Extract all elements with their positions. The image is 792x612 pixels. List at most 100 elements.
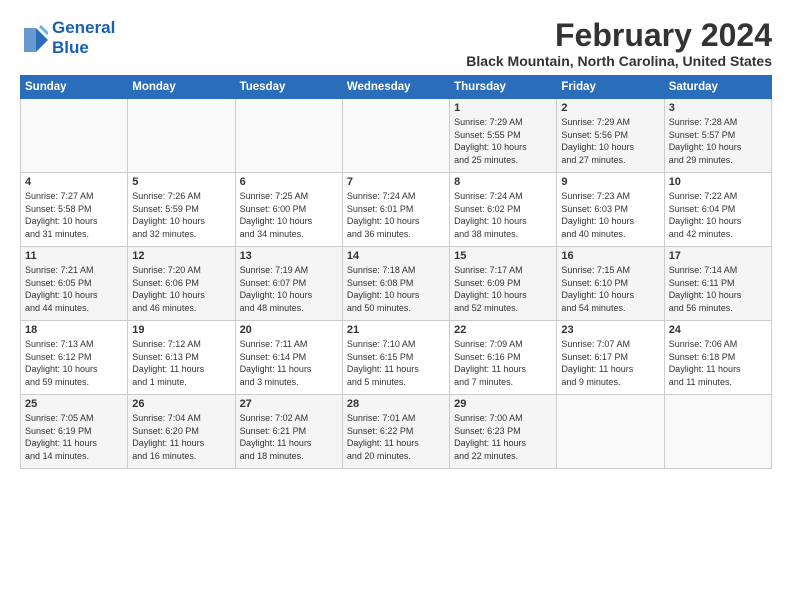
title-block: February 2024 Black Mountain, North Caro… — [466, 18, 772, 69]
calendar-cell: 28 Sunrise: 7:01 AM Sunset: 6:22 PM Dayli… — [342, 395, 449, 469]
day-number: 4 — [25, 176, 123, 188]
day-info: Sunrise: 7:27 AM Sunset: 5:58 PM Dayligh… — [25, 190, 123, 240]
day-info: Sunrise: 7:00 AM Sunset: 6:23 PM Dayligh… — [454, 412, 552, 462]
day-info: Sunrise: 7:11 AM Sunset: 6:14 PM Dayligh… — [240, 338, 338, 388]
weekday-header-row: SundayMondayTuesdayWednesdayThursdayFrid… — [21, 76, 772, 99]
header: General Blue February 2024 Black Mountai… — [20, 18, 772, 69]
day-number: 22 — [454, 324, 552, 336]
calendar-cell: 4 Sunrise: 7:27 AM Sunset: 5:58 PM Daylig… — [21, 173, 128, 247]
calendar-cell: 27 Sunrise: 7:02 AM Sunset: 6:21 PM Dayli… — [235, 395, 342, 469]
day-info: Sunrise: 7:17 AM Sunset: 6:09 PM Dayligh… — [454, 264, 552, 314]
day-info: Sunrise: 7:24 AM Sunset: 6:01 PM Dayligh… — [347, 190, 445, 240]
weekday-header-monday: Monday — [128, 76, 235, 99]
day-number: 6 — [240, 176, 338, 188]
week-row-1: 1 Sunrise: 7:29 AM Sunset: 5:55 PM Daylig… — [21, 99, 772, 173]
day-number: 25 — [25, 398, 123, 410]
day-info: Sunrise: 7:02 AM Sunset: 6:21 PM Dayligh… — [240, 412, 338, 462]
day-number: 28 — [347, 398, 445, 410]
day-info: Sunrise: 7:20 AM Sunset: 6:06 PM Dayligh… — [132, 264, 230, 314]
day-info: Sunrise: 7:06 AM Sunset: 6:18 PM Dayligh… — [669, 338, 767, 388]
day-number: 23 — [561, 324, 659, 336]
calendar-cell: 15 Sunrise: 7:17 AM Sunset: 6:09 PM Dayli… — [450, 247, 557, 321]
calendar-cell: 10Sunrise: 7:22 AM Sunset: 6:04 PM Dayli… — [664, 173, 771, 247]
calendar-cell — [664, 395, 771, 469]
calendar-cell: 13 Sunrise: 7:19 AM Sunset: 6:07 PM Dayli… — [235, 247, 342, 321]
day-info: Sunrise: 7:21 AM Sunset: 6:05 PM Dayligh… — [25, 264, 123, 314]
calendar-cell: 16Sunrise: 7:15 AM Sunset: 6:10 PM Dayli… — [557, 247, 664, 321]
day-info: Sunrise: 7:29 AM Sunset: 5:55 PM Dayligh… — [454, 116, 552, 166]
day-number: 16 — [561, 250, 659, 262]
day-info: Sunrise: 7:05 AM Sunset: 6:19 PM Dayligh… — [25, 412, 123, 462]
calendar-cell: 24 Sunrise: 7:06 AM Sunset: 6:18 PM Dayli… — [664, 321, 771, 395]
calendar-cell: 14 Sunrise: 7:18 AM Sunset: 6:08 PM Dayli… — [342, 247, 449, 321]
day-info: Sunrise: 7:25 AM Sunset: 6:00 PM Dayligh… — [240, 190, 338, 240]
day-number: 11 — [25, 250, 123, 262]
calendar-cell: 21 Sunrise: 7:10 AM Sunset: 6:15 PM Dayli… — [342, 321, 449, 395]
day-info: Sunrise: 7:09 AM Sunset: 6:16 PM Dayligh… — [454, 338, 552, 388]
week-row-3: 11 Sunrise: 7:21 AM Sunset: 6:05 PM Dayli… — [21, 247, 772, 321]
calendar-cell — [21, 99, 128, 173]
weekday-header-sunday: Sunday — [21, 76, 128, 99]
day-number: 17 — [669, 250, 767, 262]
day-number: 3 — [669, 102, 767, 114]
day-info: Sunrise: 7:07 AM Sunset: 6:17 PM Dayligh… — [561, 338, 659, 388]
calendar-cell: 29 Sunrise: 7:00 AM Sunset: 6:23 PM Dayli… — [450, 395, 557, 469]
day-info: Sunrise: 7:22 AM Sunset: 6:04 PM Dayligh… — [669, 190, 767, 240]
day-info: Sunrise: 7:19 AM Sunset: 6:07 PM Dayligh… — [240, 264, 338, 314]
calendar-table: SundayMondayTuesdayWednesdayThursdayFrid… — [20, 75, 772, 469]
calendar-cell: 22 Sunrise: 7:09 AM Sunset: 6:16 PM Dayli… — [450, 321, 557, 395]
week-row-2: 4 Sunrise: 7:27 AM Sunset: 5:58 PM Daylig… — [21, 173, 772, 247]
day-number: 1 — [454, 102, 552, 114]
day-info: Sunrise: 7:26 AM Sunset: 5:59 PM Dayligh… — [132, 190, 230, 240]
day-number: 20 — [240, 324, 338, 336]
logo: General Blue — [20, 18, 115, 57]
day-info: Sunrise: 7:13 AM Sunset: 6:12 PM Dayligh… — [25, 338, 123, 388]
day-number: 14 — [347, 250, 445, 262]
day-number: 5 — [132, 176, 230, 188]
calendar-cell: 19 Sunrise: 7:12 AM Sunset: 6:13 PM Dayli… — [128, 321, 235, 395]
calendar-cell: 6 Sunrise: 7:25 AM Sunset: 6:00 PM Daylig… — [235, 173, 342, 247]
day-number: 29 — [454, 398, 552, 410]
day-number: 15 — [454, 250, 552, 262]
week-row-4: 18Sunrise: 7:13 AM Sunset: 6:12 PM Dayli… — [21, 321, 772, 395]
calendar-cell: 12Sunrise: 7:20 AM Sunset: 6:06 PM Dayli… — [128, 247, 235, 321]
calendar-cell — [557, 395, 664, 469]
calendar-cell — [128, 99, 235, 173]
month-title: February 2024 — [466, 18, 772, 53]
weekday-header-wednesday: Wednesday — [342, 76, 449, 99]
calendar-cell — [235, 99, 342, 173]
logo-text: General Blue — [52, 18, 115, 57]
location: Black Mountain, North Carolina, United S… — [466, 53, 772, 69]
calendar-cell: 26Sunrise: 7:04 AM Sunset: 6:20 PM Dayli… — [128, 395, 235, 469]
day-number: 24 — [669, 324, 767, 336]
calendar-cell: 7Sunrise: 7:24 AM Sunset: 6:01 PM Daylig… — [342, 173, 449, 247]
calendar-cell: 11 Sunrise: 7:21 AM Sunset: 6:05 PM Dayli… — [21, 247, 128, 321]
day-info: Sunrise: 7:18 AM Sunset: 6:08 PM Dayligh… — [347, 264, 445, 314]
calendar-cell: 9Sunrise: 7:23 AM Sunset: 6:03 PM Daylig… — [557, 173, 664, 247]
weekday-header-saturday: Saturday — [664, 76, 771, 99]
day-info: Sunrise: 7:10 AM Sunset: 6:15 PM Dayligh… — [347, 338, 445, 388]
day-number: 21 — [347, 324, 445, 336]
day-info: Sunrise: 7:01 AM Sunset: 6:22 PM Dayligh… — [347, 412, 445, 462]
day-info: Sunrise: 7:04 AM Sunset: 6:20 PM Dayligh… — [132, 412, 230, 462]
day-number: 9 — [561, 176, 659, 188]
weekday-header-thursday: Thursday — [450, 76, 557, 99]
day-number: 19 — [132, 324, 230, 336]
calendar-cell: 23 Sunrise: 7:07 AM Sunset: 6:17 PM Dayli… — [557, 321, 664, 395]
logo-icon — [20, 24, 48, 52]
day-info: Sunrise: 7:12 AM Sunset: 6:13 PM Dayligh… — [132, 338, 230, 388]
day-info: Sunrise: 7:28 AM Sunset: 5:57 PM Dayligh… — [669, 116, 767, 166]
calendar-cell: 17 Sunrise: 7:14 AM Sunset: 6:11 PM Dayli… — [664, 247, 771, 321]
day-info: Sunrise: 7:14 AM Sunset: 6:11 PM Dayligh… — [669, 264, 767, 314]
calendar-cell: 8Sunrise: 7:24 AM Sunset: 6:02 PM Daylig… — [450, 173, 557, 247]
weekday-header-tuesday: Tuesday — [235, 76, 342, 99]
day-number: 13 — [240, 250, 338, 262]
calendar-cell: 18Sunrise: 7:13 AM Sunset: 6:12 PM Dayli… — [21, 321, 128, 395]
day-info: Sunrise: 7:24 AM Sunset: 6:02 PM Dayligh… — [454, 190, 552, 240]
calendar-cell — [342, 99, 449, 173]
calendar-cell: 20 Sunrise: 7:11 AM Sunset: 6:14 PM Dayli… — [235, 321, 342, 395]
day-number: 2 — [561, 102, 659, 114]
day-number: 27 — [240, 398, 338, 410]
weekday-header-friday: Friday — [557, 76, 664, 99]
calendar-cell: 1 Sunrise: 7:29 AM Sunset: 5:55 PM Daylig… — [450, 99, 557, 173]
